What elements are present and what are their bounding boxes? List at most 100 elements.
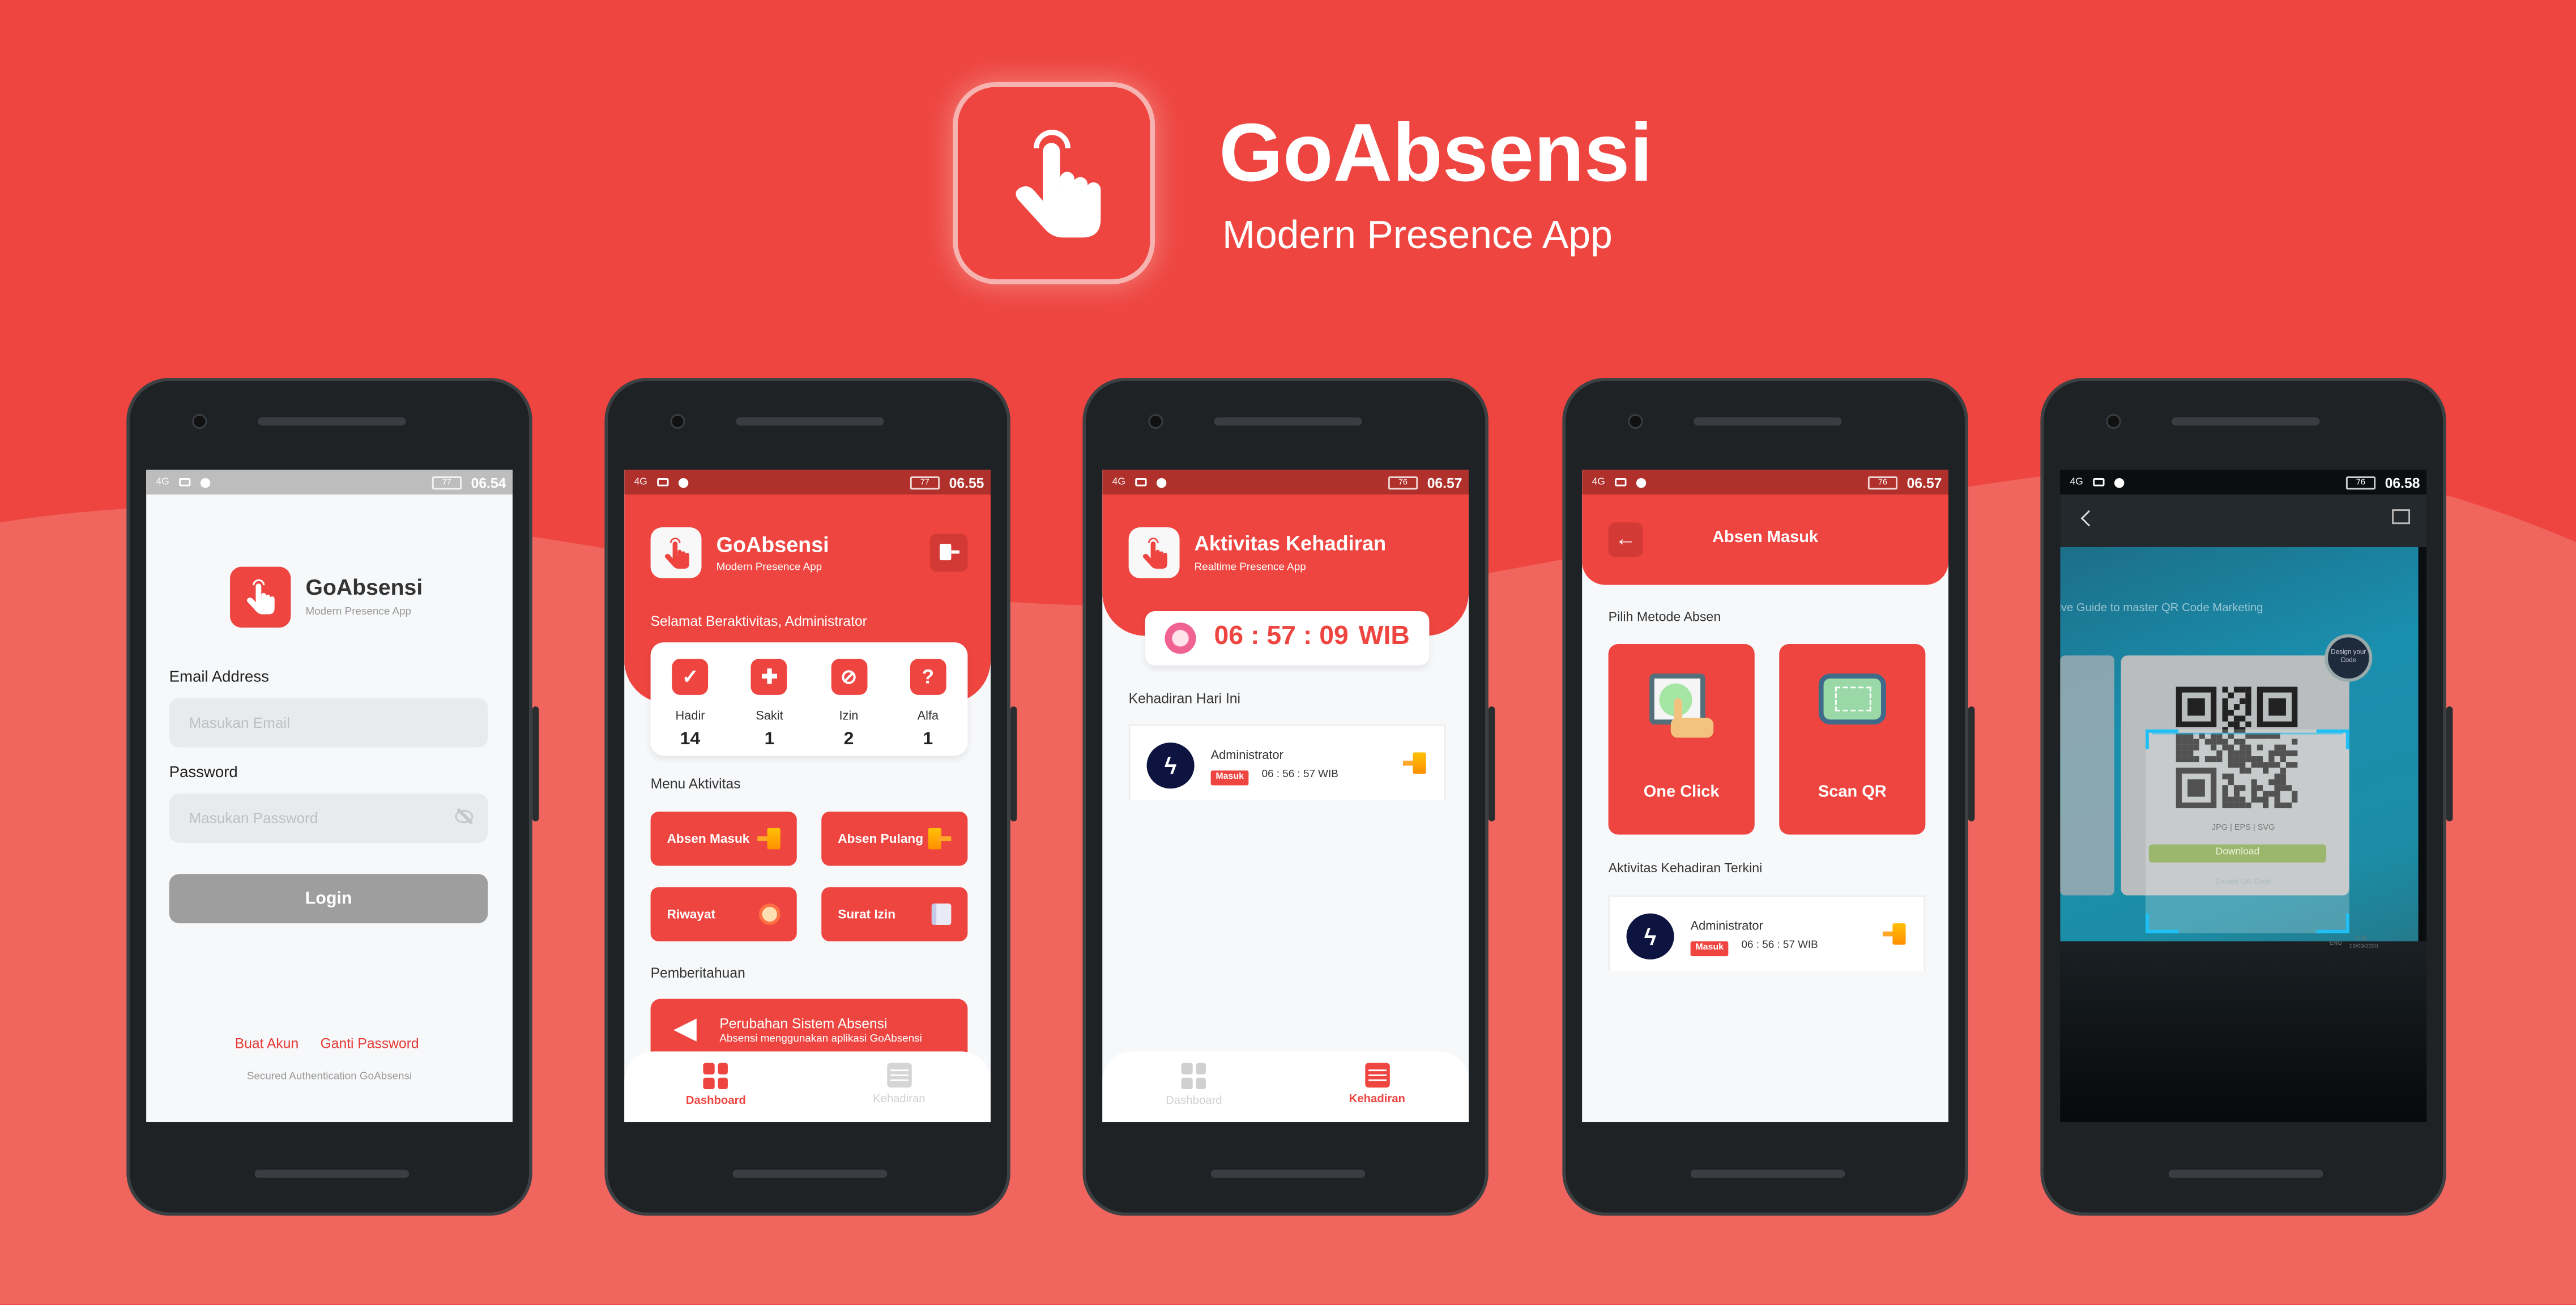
side-button <box>1488 706 1495 822</box>
status-bar: 4G 77 06.54 <box>146 470 513 495</box>
eye-off-icon[interactable] <box>455 808 474 825</box>
attendance-item[interactable]: ϟ Administrator Masuk 06 : 56 : 57 WIB <box>1128 724 1446 800</box>
attendance-item[interactable]: ϟ Administrator Masuk 06 : 56 : 57 WIB <box>1608 895 1926 971</box>
create-account-link[interactable]: Buat Akun <box>235 1037 298 1051</box>
side-button <box>1010 706 1017 822</box>
speaker <box>258 417 406 426</box>
taskbar-lang: ENG <box>2329 940 2342 946</box>
nav-label: Dashboard <box>685 1095 746 1107</box>
qr-phone-icon <box>1818 673 1886 725</box>
stat-label: Izin <box>839 708 859 723</box>
one-click-button[interactable]: One Click <box>1608 643 1755 835</box>
stat-label: Alfa <box>917 708 939 723</box>
side-button <box>532 706 539 822</box>
change-password-link[interactable]: Ganti Password <box>321 1037 419 1051</box>
absen-pulang-button[interactable]: Absen Pulang <box>821 811 968 866</box>
stat-izin: ⊘ Izin 2 <box>809 659 888 756</box>
network-label: 4G <box>1592 477 1605 487</box>
scan-qr-button[interactable]: Scan QR <box>1779 643 1926 835</box>
chat-icon <box>2114 477 2125 487</box>
bottom-nav: Dashboard Kehadiran <box>624 1051 991 1123</box>
notice-body: Absensi menggunakan aplikasi GoAbsensi <box>719 1033 922 1045</box>
speaker <box>2172 417 2320 426</box>
chat-icon <box>200 477 211 487</box>
stat-alfa: ? Alfa 1 <box>889 659 967 756</box>
stat-value: 2 <box>843 728 854 749</box>
password-label: Password <box>169 764 238 782</box>
speaker <box>736 417 884 426</box>
clock-time: 06.57 <box>1427 474 1462 491</box>
app-subtitle: Modern Presence App <box>716 561 822 574</box>
battery-level: 76 <box>1388 475 1418 489</box>
nav-kehadiran[interactable]: Kehadiran <box>1286 1051 1469 1122</box>
login-screen: 4G 77 06.54 GoAbsensi Modern Presence App… <box>146 470 513 1123</box>
logout-button[interactable] <box>929 534 968 572</box>
bottom-nav: Dashboard Kehadiran <box>1102 1051 1469 1123</box>
stats-card: ✓ Hadir 14 ✚ Sakit 1 ⊘ Izin 2 ? Alfa 1 <box>650 642 968 756</box>
status-badge: Masuk <box>1690 941 1729 956</box>
brand-title: GoAbsensi <box>1219 106 1653 199</box>
door-exit-icon <box>928 828 952 850</box>
letter-icon <box>931 903 952 925</box>
avatar: ϟ <box>1146 743 1195 789</box>
permission-icon: ⊘ <box>830 659 867 695</box>
battery-level: 76 <box>2346 475 2375 489</box>
gallery-icon <box>1615 478 1627 487</box>
battery-level: 77 <box>910 475 940 489</box>
side-button <box>1968 706 1975 822</box>
design-badge: Design your Code <box>2325 634 2373 682</box>
taskbar-date: 19/09/2020 <box>2349 942 2378 950</box>
button-label: Surat Izin <box>838 907 896 922</box>
network-label: 4G <box>156 477 169 487</box>
alarm-clock-icon <box>1165 622 1196 654</box>
app-logo <box>1128 527 1180 578</box>
stat-value: 1 <box>923 728 933 749</box>
bottom-speaker <box>254 1170 410 1178</box>
attendee-name: Administrator <box>1690 918 1763 933</box>
stat-value: 1 <box>764 728 775 749</box>
app-title: GoAbsensi <box>305 575 423 600</box>
pointing-hand-icon <box>989 117 1120 248</box>
stat-hadir: ✓ Hadir 14 <box>651 659 730 756</box>
clock-time: 06.58 <box>2385 474 2420 491</box>
chat-icon <box>1156 477 1167 487</box>
phone-scan-qr: ive Guide to master QR Code Marketing De… <box>2040 378 2453 1216</box>
frame-corner <box>2316 913 2349 933</box>
gallery-picker-icon[interactable] <box>2392 509 2411 524</box>
time-zone: WIB <box>1358 622 1410 651</box>
logout-icon <box>940 544 952 561</box>
battery-level: 76 <box>1868 475 1897 489</box>
door-enter-icon <box>1403 752 1426 774</box>
camera-headline: ive Guide to master QR Code Marketing <box>2060 603 2263 615</box>
recent-title: Aktivitas Kehadiran Terkini <box>1608 860 1763 876</box>
nav-dashboard[interactable]: Dashboard <box>624 1051 807 1122</box>
absen-masuk-button[interactable]: Absen Masuk <box>650 811 797 866</box>
nav-dashboard[interactable]: Dashboard <box>1102 1051 1285 1122</box>
page-subtitle: Realtime Presence App <box>1194 561 1306 574</box>
login-button[interactable]: Login <box>169 874 488 924</box>
network-label: 4G <box>2070 477 2083 487</box>
email-input[interactable] <box>169 698 488 748</box>
bottom-speaker <box>1210 1170 1366 1178</box>
page-title: Absen Masuk <box>1712 528 1819 547</box>
chat-icon <box>678 477 689 487</box>
clock-time: 06.57 <box>1907 474 1942 491</box>
attendance-time: 06 : 56 : 57 WIB <box>1741 940 1818 952</box>
nav-kehadiran[interactable]: Kehadiran <box>808 1051 991 1122</box>
password-input[interactable] <box>169 793 488 843</box>
riwayat-button[interactable]: Riwayat <box>650 887 797 941</box>
front-camera <box>2106 413 2121 429</box>
brand-subtitle: Modern Presence App <box>1222 214 1613 258</box>
brand-logo <box>953 82 1155 284</box>
status-badge: Masuk <box>1210 770 1249 784</box>
notice-heading: Perubahan Sistem Absensi <box>719 1015 888 1032</box>
door-enter-icon <box>1882 923 1906 945</box>
attendee-name: Administrator <box>1210 747 1283 762</box>
bottom-speaker <box>1690 1170 1845 1178</box>
status-bar: 4G 76 06.58 <box>2060 470 2427 495</box>
surat-izin-button[interactable]: Surat Izin <box>821 887 968 941</box>
app-logo <box>650 527 702 578</box>
stat-label: Sakit <box>756 708 783 723</box>
speaker <box>1694 417 1842 426</box>
attendance-time: 06 : 56 : 57 WIB <box>1261 769 1338 781</box>
